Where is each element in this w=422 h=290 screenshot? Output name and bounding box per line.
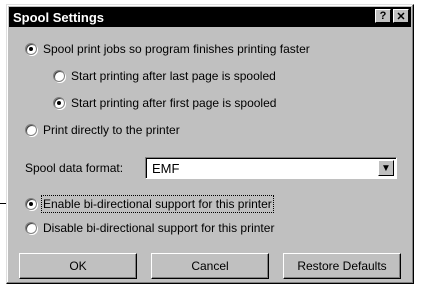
radio-start-after-first-label: Start printing after first page is spool… (71, 96, 277, 110)
radio-enable-bidi-circle[interactable] (25, 198, 37, 210)
radio-start-after-first-circle[interactable] (53, 97, 65, 109)
restore-defaults-button[interactable]: Restore Defaults (283, 253, 401, 279)
spool-settings-dialog: Spool Settings ? ✕ Spool print jobs so p… (6, 4, 414, 284)
radio-enable-bidi[interactable]: Enable bi-directional support for this p… (25, 195, 274, 213)
radio-selected-dot (29, 47, 33, 51)
radio-selected-dot (29, 202, 33, 206)
chevron-down-icon[interactable]: ▼ (378, 160, 394, 176)
ok-button[interactable]: OK (19, 253, 137, 279)
radio-start-after-last-circle[interactable] (53, 70, 65, 82)
spool-format-value: EMF (152, 160, 180, 176)
radio-start-after-last-label: Start printing after last page is spoole… (71, 69, 276, 83)
radio-start-after-first[interactable]: Start printing after first page is spool… (53, 96, 276, 110)
radio-enable-bidi-label: Enable bi-directional support for this p… (41, 195, 274, 213)
close-button[interactable]: ✕ (393, 9, 409, 23)
help-button[interactable]: ? (375, 9, 391, 23)
title-bar: Spool Settings ? ✕ (9, 7, 411, 27)
title-buttons: ? ✕ (375, 9, 409, 23)
radio-print-direct-label: Print directly to the printer (43, 123, 180, 137)
cancel-button[interactable]: Cancel (151, 253, 269, 279)
radio-start-after-last[interactable]: Start printing after last page is spoole… (53, 69, 276, 83)
radio-spool[interactable]: Spool print jobs so program finishes pri… (25, 42, 310, 56)
radio-print-direct[interactable]: Print directly to the printer (25, 123, 180, 137)
radio-print-direct-circle[interactable] (25, 124, 37, 136)
dialog-title: Spool Settings (13, 9, 104, 25)
radio-spool-circle[interactable] (25, 43, 37, 55)
radio-disable-bidi-label: Disable bi-directional support for this … (43, 221, 275, 235)
radio-spool-label: Spool print jobs so program finishes pri… (43, 42, 310, 56)
spool-format-label: Spool data format: (25, 161, 124, 175)
radio-disable-bidi-circle[interactable] (25, 222, 37, 234)
radio-disable-bidi[interactable]: Disable bi-directional support for this … (25, 221, 274, 235)
radio-selected-dot (57, 101, 61, 105)
spool-format-select[interactable]: EMF ▼ (145, 157, 397, 179)
